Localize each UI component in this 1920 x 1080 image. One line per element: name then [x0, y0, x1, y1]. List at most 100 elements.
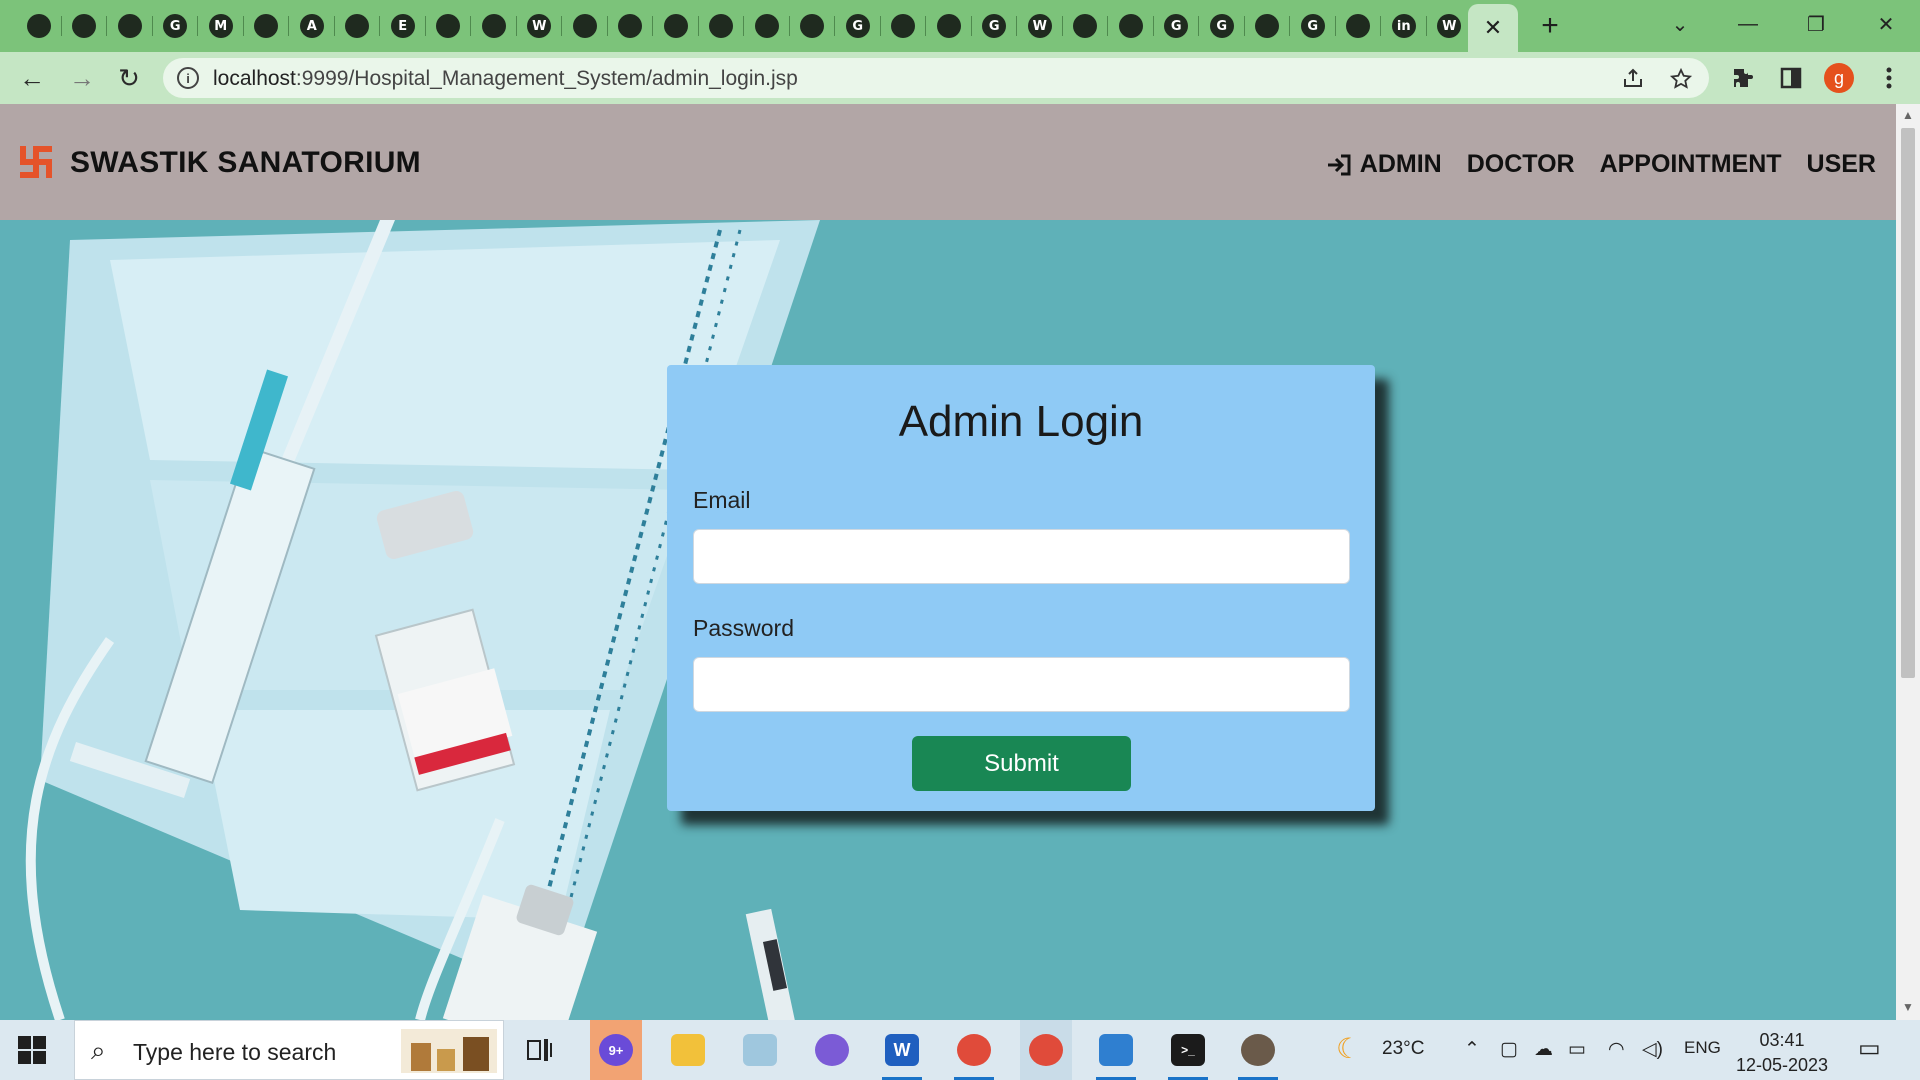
tab-favicon[interactable]: G — [1199, 8, 1245, 44]
tab-favicon[interactable] — [653, 8, 699, 44]
favicon-icon: G — [845, 14, 870, 38]
meet-now-icon[interactable]: ▢ — [1500, 1038, 1518, 1061]
taskbar-app-word[interactable]: W — [876, 1028, 928, 1080]
swastika-logo-icon[interactable] — [16, 142, 56, 182]
favicon-icon — [345, 14, 370, 38]
taskbar-app-settings[interactable] — [1232, 1028, 1284, 1080]
tab-favicon[interactable] — [471, 8, 517, 44]
tab-favicon[interactable]: W — [517, 8, 562, 44]
taskbar-app-notepad[interactable] — [734, 1028, 786, 1072]
taskbar-search[interactable]: ⌕ Type here to search — [74, 1020, 504, 1080]
task-view-icon[interactable] — [514, 1028, 566, 1072]
tab-favicon[interactable] — [426, 8, 471, 44]
nav-appointment[interactable]: APPOINTMENT — [1600, 150, 1782, 179]
tab-favicon[interactable]: G — [835, 8, 881, 44]
weather-moon-icon[interactable]: ☾ — [1336, 1032, 1361, 1065]
side-panel-icon[interactable] — [1775, 62, 1807, 94]
taskbar-app-terminal[interactable]: >_ — [1162, 1028, 1214, 1080]
volume-icon[interactable]: ◁) — [1642, 1038, 1663, 1061]
nav-admin[interactable]: ADMIN — [1326, 150, 1442, 179]
tab-favicon[interactable]: A — [289, 8, 335, 44]
extensions-icon[interactable] — [1727, 62, 1759, 94]
email-field[interactable] — [693, 529, 1350, 584]
favicon-icon: M — [208, 14, 233, 38]
tab-favicon[interactable]: G — [1290, 8, 1336, 44]
windows-start-icon[interactable] — [18, 1036, 46, 1064]
tab-favicon[interactable] — [244, 8, 289, 44]
tab-favicon[interactable]: W — [1427, 8, 1472, 44]
show-hidden-icons-icon[interactable]: ⌃ — [1464, 1038, 1480, 1061]
close-window-button[interactable]: ✕ — [1858, 6, 1914, 42]
tab-favicon[interactable]: M — [198, 8, 244, 44]
battery-icon[interactable]: ▭ — [1568, 1038, 1586, 1061]
tab-favicon[interactable] — [1245, 8, 1290, 44]
tab-favicon[interactable] — [744, 8, 790, 44]
tab-favicon[interactable]: G — [1154, 8, 1199, 44]
tab-favicon[interactable] — [608, 8, 653, 44]
taskbar-app-file-explorer[interactable] — [662, 1028, 714, 1072]
taskbar-app-copilot[interactable] — [806, 1028, 858, 1072]
tab-favicon[interactable]: W — [1017, 8, 1063, 44]
favicon-icon — [618, 14, 643, 38]
clock[interactable]: 03:41 12-05-2023 — [1732, 1028, 1832, 1078]
password-field[interactable] — [693, 657, 1350, 712]
restore-button[interactable]: ❐ — [1788, 6, 1844, 42]
tab-search-icon[interactable]: ⌄ — [1652, 6, 1708, 42]
taskbar-app-chrome-2[interactable] — [1020, 1020, 1072, 1080]
nav-user[interactable]: USER — [1807, 150, 1876, 179]
favicon-icon: A — [299, 14, 324, 38]
language-indicator[interactable]: ENG — [1684, 1038, 1721, 1058]
chrome-icon — [1029, 1034, 1063, 1066]
url-text[interactable]: localhost:9999/Hospital_Management_Syste… — [213, 67, 798, 91]
minimize-button[interactable]: — — [1720, 6, 1776, 42]
tab-favicon[interactable] — [16, 8, 62, 44]
tab-favicon[interactable] — [699, 8, 744, 44]
close-tab-icon[interactable]: ✕ — [1484, 15, 1502, 41]
tab-favicon[interactable]: G — [153, 8, 198, 44]
back-button[interactable]: ← — [16, 62, 48, 94]
tab-favicon[interactable] — [562, 8, 608, 44]
terminal-icon: >_ — [1171, 1034, 1205, 1066]
taskbar-app-photos[interactable] — [1090, 1028, 1142, 1080]
favicon-icon — [254, 14, 279, 38]
favicon-icon — [891, 14, 916, 38]
scrollbar-thumb[interactable] — [1901, 128, 1915, 678]
site-brand[interactable]: SWASTIK SANATORIUM — [70, 146, 421, 180]
site-info-icon[interactable]: i — [177, 67, 199, 89]
profile-avatar[interactable]: g — [1824, 63, 1854, 93]
reload-button[interactable]: ↻ — [113, 62, 145, 94]
tab-favicon[interactable] — [107, 8, 153, 44]
forward-button[interactable]: → — [66, 62, 98, 94]
new-tab-button[interactable]: + — [1530, 8, 1570, 44]
tab-favicon[interactable] — [335, 8, 380, 44]
taskbar-app-chat[interactable]: 9+ — [590, 1020, 642, 1080]
favicon-icon — [26, 14, 51, 38]
tab-favicon[interactable] — [790, 8, 835, 44]
favicon-icon — [709, 14, 734, 38]
wifi-icon[interactable]: ◠ — [1608, 1038, 1625, 1061]
tab-favicon[interactable]: in — [1381, 8, 1427, 44]
tab-favicon[interactable]: G — [972, 8, 1017, 44]
submit-button[interactable]: Submit — [912, 736, 1131, 791]
tab-favicon[interactable] — [881, 8, 926, 44]
tab-favicon[interactable] — [1336, 8, 1381, 44]
star-icon[interactable] — [1668, 66, 1694, 92]
tab-favicon[interactable] — [926, 8, 972, 44]
scroll-down-icon[interactable]: ▼ — [1900, 1000, 1916, 1016]
notifications-icon[interactable]: ▭ — [1858, 1034, 1881, 1063]
onedrive-icon[interactable]: ☁ — [1534, 1038, 1553, 1061]
nav-doctor[interactable]: DOCTOR — [1467, 150, 1575, 179]
menu-icon[interactable] — [1873, 62, 1905, 94]
tab-favicon[interactable] — [1108, 8, 1154, 44]
tab-favicon[interactable] — [62, 8, 107, 44]
tab-favicon[interactable]: E — [380, 8, 426, 44]
page-scrollbar[interactable]: ▲ ▼ — [1896, 104, 1920, 1020]
tab-favicon[interactable] — [1063, 8, 1108, 44]
share-icon[interactable] — [1620, 66, 1646, 92]
weather-temp[interactable]: 23°C — [1382, 1038, 1424, 1060]
page-viewport: SWASTIK SANATORIUM ADMIN DOCTOR APPOINTM… — [0, 104, 1896, 1020]
taskbar-app-chrome-1[interactable] — [948, 1028, 1000, 1080]
scroll-up-icon[interactable]: ▲ — [1900, 108, 1916, 124]
address-bar[interactable]: i localhost:9999/Hospital_Management_Sys… — [163, 58, 1709, 98]
active-tab[interactable]: ✕ — [1468, 4, 1518, 52]
